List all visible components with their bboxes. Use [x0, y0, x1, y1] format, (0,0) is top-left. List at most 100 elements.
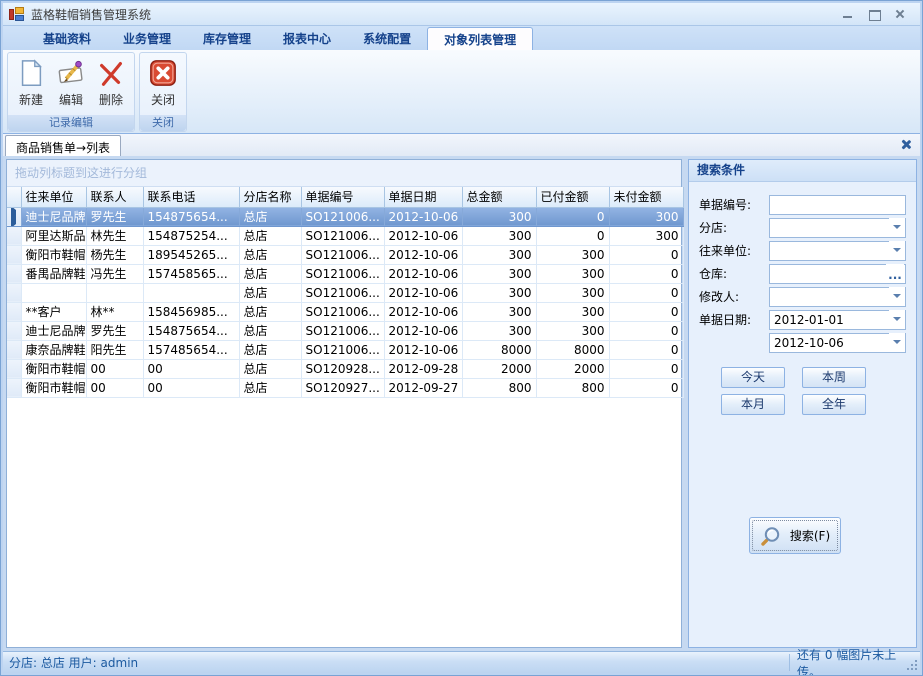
- table-cell[interactable]: 番禺品牌鞋...: [21, 264, 86, 283]
- ribbon-tab-4[interactable]: 系统配置: [347, 27, 427, 50]
- column-header-7[interactable]: 已付金额: [536, 187, 609, 207]
- table-cell[interactable]: 8000: [462, 340, 536, 359]
- table-cell[interactable]: 2012-10-06: [384, 207, 462, 226]
- this-month-button[interactable]: 本月: [721, 394, 785, 415]
- table-cell[interactable]: 8000: [536, 340, 609, 359]
- row-header[interactable]: [7, 245, 21, 264]
- table-cell[interactable]: 衡阳市鞋帽...: [21, 378, 86, 397]
- row-header[interactable]: [7, 340, 21, 359]
- table-cell[interactable]: 衡阳市鞋帽...: [21, 359, 86, 378]
- row-header[interactable]: [7, 207, 21, 226]
- chevron-down-icon[interactable]: [889, 333, 905, 351]
- table-cell[interactable]: 0: [609, 245, 683, 264]
- table-cell[interactable]: 0: [609, 283, 683, 302]
- table-cell[interactable]: SO121006...: [301, 264, 384, 283]
- table-cell[interactable]: 迪士尼品牌...: [21, 207, 86, 226]
- tab-sales-order-list[interactable]: 商品销售单→列表: [5, 135, 121, 156]
- table-cell[interactable]: 总店: [239, 207, 301, 226]
- row-header[interactable]: [7, 302, 21, 321]
- table-cell[interactable]: 康奈品牌鞋...: [21, 340, 86, 359]
- ribbon-tab-3[interactable]: 报表中心: [267, 27, 347, 50]
- table-cell[interactable]: SO121006...: [301, 207, 384, 226]
- date-to-input[interactable]: [769, 333, 906, 353]
- date-from-input[interactable]: [769, 310, 906, 330]
- column-header-3[interactable]: 分店名称: [239, 187, 301, 207]
- column-header-5[interactable]: 单据日期: [384, 187, 462, 207]
- ribbon-tab-5[interactable]: 对象列表管理: [427, 27, 533, 50]
- table-cell[interactable]: 总店: [239, 245, 301, 264]
- table-cell[interactable]: 158456985...: [143, 302, 239, 321]
- table-cell[interactable]: 00: [86, 378, 143, 397]
- ribbon-tab-2[interactable]: 库存管理: [187, 27, 267, 50]
- table-cell[interactable]: 154875654...: [143, 321, 239, 340]
- chevron-down-icon[interactable]: [889, 218, 905, 236]
- table-cell[interactable]: 300: [462, 264, 536, 283]
- table-cell[interactable]: 0: [536, 226, 609, 245]
- table-cell[interactable]: 2012-10-06: [384, 226, 462, 245]
- table-cell[interactable]: 800: [536, 378, 609, 397]
- table-cell[interactable]: 300: [536, 283, 609, 302]
- table-cell[interactable]: 300: [462, 283, 536, 302]
- table-cell[interactable]: 300: [536, 302, 609, 321]
- table-cell[interactable]: [21, 283, 86, 302]
- table-cell[interactable]: 800: [462, 378, 536, 397]
- table-cell[interactable]: 300: [462, 245, 536, 264]
- table-cell[interactable]: SO121006...: [301, 226, 384, 245]
- table-cell[interactable]: 迪士尼品牌...: [21, 321, 86, 340]
- table-cell[interactable]: 总店: [239, 226, 301, 245]
- maximize-icon[interactable]: [868, 8, 880, 20]
- table-row[interactable]: 总店SO121006...2012-10-063003000: [7, 283, 683, 302]
- table-cell[interactable]: 300: [462, 302, 536, 321]
- minimize-icon[interactable]: [842, 8, 854, 20]
- this-year-button[interactable]: 全年: [802, 394, 866, 415]
- table-cell[interactable]: **客户: [21, 302, 86, 321]
- table-cell[interactable]: 杨先生: [86, 245, 143, 264]
- column-header-8[interactable]: 未付金额: [609, 187, 683, 207]
- table-cell[interactable]: 300: [462, 226, 536, 245]
- table-cell[interactable]: 2012-10-06: [384, 283, 462, 302]
- table-cell[interactable]: 00: [143, 359, 239, 378]
- row-header[interactable]: [7, 226, 21, 245]
- table-row[interactable]: **客户林**158456985...总店SO121006...2012-10-…: [7, 302, 683, 321]
- table-cell[interactable]: 总店: [239, 359, 301, 378]
- column-header-0[interactable]: 往来单位: [21, 187, 86, 207]
- table-cell[interactable]: 罗先生: [86, 207, 143, 226]
- new-button[interactable]: 新建: [12, 55, 50, 115]
- doc-no-input[interactable]: [769, 195, 906, 215]
- table-cell[interactable]: 2012-10-06: [384, 264, 462, 283]
- today-button[interactable]: 今天: [721, 367, 785, 388]
- table-cell[interactable]: SO121006...: [301, 321, 384, 340]
- table-cell[interactable]: 2012-09-28: [384, 359, 462, 378]
- table-cell[interactable]: SO121006...: [301, 340, 384, 359]
- table-cell[interactable]: 300: [536, 264, 609, 283]
- table-cell[interactable]: 00: [86, 359, 143, 378]
- table-cell[interactable]: 2012-10-06: [384, 321, 462, 340]
- table-cell[interactable]: 2012-09-27: [384, 378, 462, 397]
- table-cell[interactable]: 总店: [239, 340, 301, 359]
- table-cell[interactable]: SO121006...: [301, 245, 384, 264]
- table-cell[interactable]: 0: [609, 359, 683, 378]
- table-cell[interactable]: 阿里达斯品...: [21, 226, 86, 245]
- table-cell[interactable]: 0: [609, 378, 683, 397]
- table-row[interactable]: 迪士尼品牌...罗先生154875654...总店SO121006...2012…: [7, 321, 683, 340]
- table-cell[interactable]: SO120927...: [301, 378, 384, 397]
- table-cell[interactable]: 300: [609, 226, 683, 245]
- close-icon[interactable]: [894, 8, 906, 20]
- table-row[interactable]: 番禺品牌鞋...冯先生157458565...总店SO121006...2012…: [7, 264, 683, 283]
- table-cell[interactable]: 阳先生: [86, 340, 143, 359]
- table-cell[interactable]: 2012-10-06: [384, 245, 462, 264]
- table-cell[interactable]: [86, 283, 143, 302]
- row-header[interactable]: [7, 359, 21, 378]
- table-cell[interactable]: 总店: [239, 378, 301, 397]
- table-cell[interactable]: 2000: [462, 359, 536, 378]
- table-cell[interactable]: SO121006...: [301, 302, 384, 321]
- table-cell[interactable]: [143, 283, 239, 302]
- table-cell[interactable]: 罗先生: [86, 321, 143, 340]
- table-cell[interactable]: 157458565...: [143, 264, 239, 283]
- table-cell[interactable]: 157485654...: [143, 340, 239, 359]
- partner-input[interactable]: [769, 241, 906, 261]
- table-cell[interactable]: 0: [609, 321, 683, 340]
- branch-input[interactable]: [769, 218, 906, 238]
- close-button[interactable]: 关闭: [144, 55, 182, 115]
- table-cell[interactable]: 300: [462, 207, 536, 226]
